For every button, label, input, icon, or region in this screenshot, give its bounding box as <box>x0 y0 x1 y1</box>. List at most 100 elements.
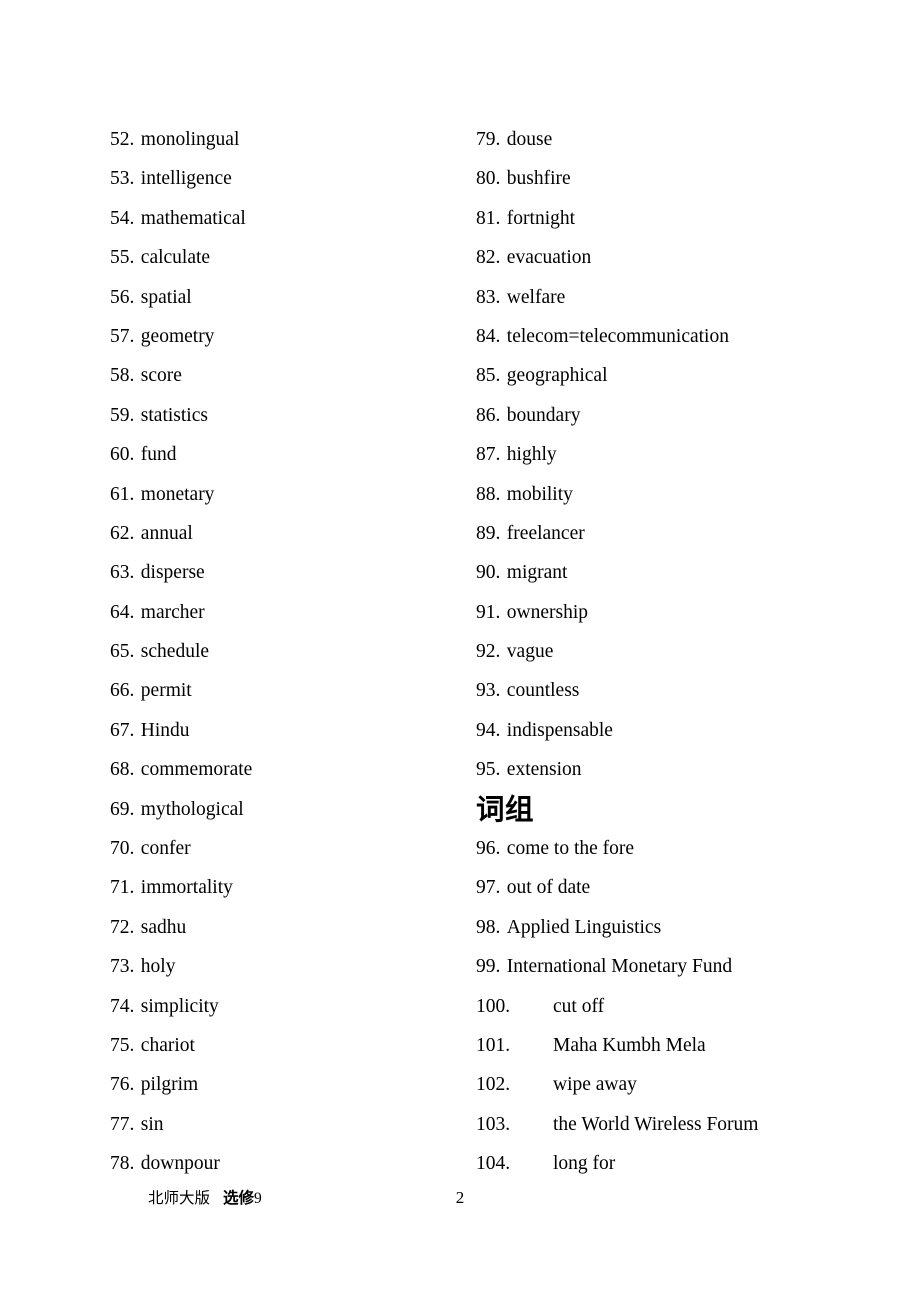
vocabulary-entry: 67. Hindu <box>110 711 460 750</box>
vocabulary-entry: 90. migrant <box>476 553 896 592</box>
entry-term: welfare <box>506 286 566 308</box>
entry-term: long for <box>553 1153 616 1175</box>
footer-volume-number: 9 <box>254 1190 262 1207</box>
entry-term: boundary <box>506 404 581 426</box>
vocabulary-entry: 66. permit <box>110 671 460 710</box>
entry-term: schedule <box>140 641 210 663</box>
vocabulary-entry: 83. welfare <box>476 278 896 317</box>
entry-term: mathematical <box>140 207 246 229</box>
entry-number: 71. <box>110 877 135 899</box>
entry-number: 90. <box>476 562 501 584</box>
entry-number: 89. <box>476 522 501 544</box>
entry-number: 81. <box>476 207 501 229</box>
entry-number: 100. <box>476 995 511 1017</box>
footer-publisher: 北师大版 <box>148 1189 211 1207</box>
vocabulary-entry: 100. cut off <box>476 987 896 1026</box>
entry-number: 85. <box>476 365 501 387</box>
entry-term: cut off <box>553 995 605 1017</box>
vocabulary-entry: 104. long for <box>476 1144 896 1183</box>
entry-number: 60. <box>110 444 135 466</box>
vocabulary-entry: 69. mythological <box>110 790 460 829</box>
vocabulary-column-left: 52. monolingual 53. intelligence 54. mathemat… <box>110 120 460 1184</box>
vocabulary-entry: 99. International Monetary Fund <box>476 947 896 986</box>
vocabulary-entry: 102. wipe away <box>476 1065 896 1104</box>
entry-term: ownership <box>506 601 589 623</box>
entry-term: commemorate <box>140 759 253 781</box>
vocabulary-entry: 81. fortnight <box>476 199 896 238</box>
entry-number: 98. <box>476 916 501 938</box>
entry-number: 103. <box>476 1113 511 1135</box>
vocabulary-entry: 60. fund <box>110 435 460 474</box>
vocabulary-entry: 55. calculate <box>110 238 460 277</box>
entry-term: geographical <box>506 365 608 387</box>
vocabulary-entry: 94. indispensable <box>476 711 896 750</box>
entry-number: 74. <box>110 995 135 1017</box>
entry-number: 101. <box>476 1034 511 1056</box>
entry-term: vague <box>506 641 554 663</box>
vocabulary-entry: 79. douse <box>476 120 896 159</box>
entry-term: countless <box>506 680 580 702</box>
vocabulary-entry: 89. freelancer <box>476 514 896 553</box>
vocabulary-entry: 56. spatial <box>110 278 460 317</box>
vocabulary-entry: 57. geometry <box>110 317 460 356</box>
document-page: 52. monolingual 53. intelligence 54. mathemat… <box>0 0 920 1300</box>
entry-number: 62. <box>110 522 135 544</box>
entry-term: calculate <box>140 247 211 269</box>
page-footer: 北师大版 选修9 2 <box>0 1186 920 1216</box>
entry-term: highly <box>506 444 557 466</box>
entry-term: monetary <box>140 483 215 505</box>
entry-number: 55. <box>110 247 135 269</box>
entry-number: 96. <box>476 838 501 860</box>
entry-number: 58. <box>110 365 135 387</box>
vocabulary-entry: 93. countless <box>476 671 896 710</box>
vocabulary-entry: 75. chariot <box>110 1026 460 1065</box>
vocabulary-entry: 70. confer <box>110 829 460 868</box>
entry-number: 53. <box>110 168 135 190</box>
entry-term: migrant <box>506 562 568 584</box>
vocabulary-entry: 96. come to the fore <box>476 829 896 868</box>
entry-number: 77. <box>110 1113 135 1135</box>
entry-number: 91. <box>476 601 501 623</box>
vocabulary-entry: 78. downpour <box>110 1144 460 1183</box>
entry-number: 63. <box>110 562 135 584</box>
entry-term: freelancer <box>506 522 585 544</box>
vocabulary-entry: 62. annual <box>110 514 460 553</box>
entry-number: 102. <box>476 1074 511 1096</box>
vocabulary-entry: 98. Applied Linguistics <box>476 908 896 947</box>
entry-term: extension <box>506 759 582 781</box>
vocabulary-entry: 52. monolingual <box>110 120 460 159</box>
entry-number: 56. <box>110 286 135 308</box>
entry-number: 69. <box>110 798 135 820</box>
entry-number: 54. <box>110 207 135 229</box>
vocabulary-entry: 101. Maha Kumbh Mela <box>476 1026 896 1065</box>
entry-number: 78. <box>110 1153 135 1175</box>
entry-number: 86. <box>476 404 501 426</box>
footer-source-label: 北师大版 选修9 <box>148 1186 262 1211</box>
entry-number: 64. <box>110 601 135 623</box>
footer-volume-label: 选修 <box>223 1189 255 1207</box>
entry-number: 79. <box>476 129 501 150</box>
vocabulary-entry: 76. pilgrim <box>110 1065 460 1104</box>
entry-number: 72. <box>110 916 135 938</box>
page-number: 2 <box>455 1188 465 1207</box>
vocabulary-entry: 77. sin <box>110 1105 460 1144</box>
entry-term: Applied Linguistics <box>506 916 662 938</box>
entry-number: 84. <box>476 325 501 347</box>
entry-term: mobility <box>506 483 573 505</box>
entry-number: 97. <box>476 877 501 899</box>
entry-term: disperse <box>140 562 205 584</box>
entry-term: bushfire <box>506 168 571 190</box>
section-heading-phrases: 词组 <box>476 792 535 826</box>
vocabulary-entry: 53. intelligence <box>110 159 460 198</box>
entry-number: 66. <box>110 680 135 702</box>
entry-term: marcher <box>140 601 205 623</box>
vocabulary-entry: 97. out of date <box>476 868 896 907</box>
vocabulary-entry: 59. statistics <box>110 396 460 435</box>
entry-term: douse <box>506 129 553 150</box>
entry-number: 61. <box>110 483 135 505</box>
vocabulary-entry: 54. mathematical <box>110 199 460 238</box>
vocabulary-entry: 92. vague <box>476 632 896 671</box>
vocabulary-entry: 64. marcher <box>110 593 460 632</box>
vocabulary-entry: 68. commemorate <box>110 750 460 789</box>
vocabulary-column-right: 79. douse 80. bushfire 81. fortnight 82. evacua… <box>476 120 896 1184</box>
